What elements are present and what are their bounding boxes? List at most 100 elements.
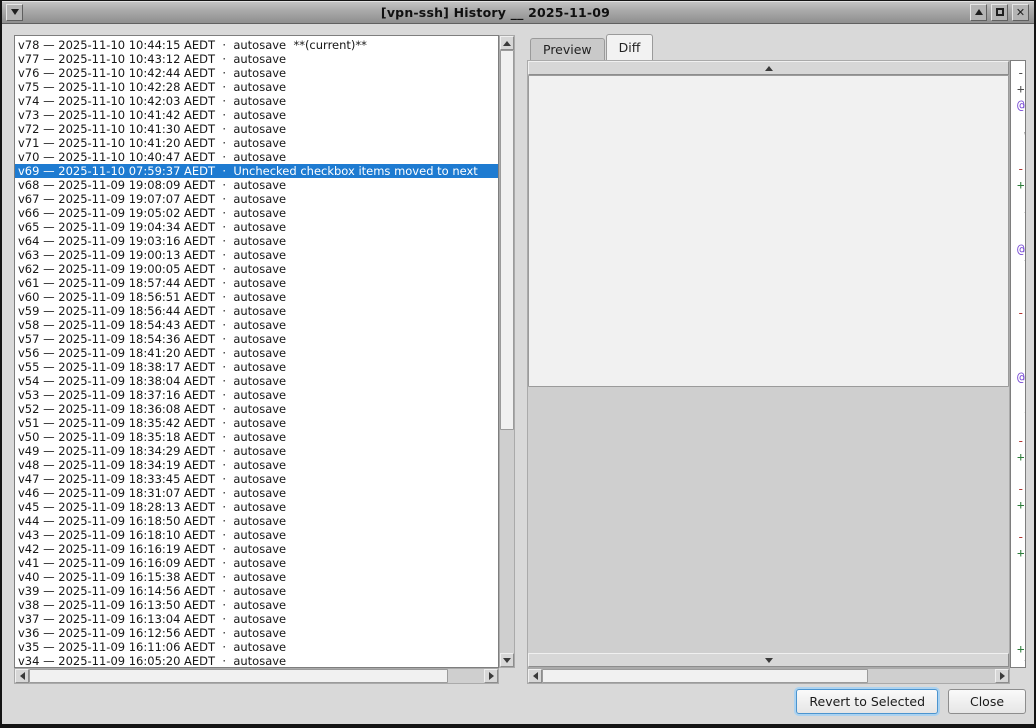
history-row[interactable]: v77 — 2025-11-10 10:43:12 AEDT · autosav… xyxy=(18,52,498,66)
history-row[interactable]: v46 — 2025-11-09 18:31:07 AEDT · autosav… xyxy=(18,486,498,500)
history-row[interactable]: v70 — 2025-11-10 10:40:47 AEDT · autosav… xyxy=(18,150,498,164)
diff-line: Italic xyxy=(1017,353,1025,369)
history-row[interactable]: v38 — 2025-11-09 16:13:50 AEDT · autosav… xyxy=(18,598,498,612)
history-row[interactable]: v60 — 2025-11-09 18:56:51 AEDT · autosav… xyxy=(18,290,498,304)
history-row[interactable]: v43 — 2025-11-09 16:18:10 AEDT · autosav… xyxy=(18,528,498,542)
arrow-up-icon xyxy=(765,66,773,71)
history-row[interactable]: v52 — 2025-11-09 18:36:08 AEDT · autosav… xyxy=(18,402,498,416)
shade-icon xyxy=(975,9,983,15)
diff-line: Numbered lists xyxy=(1017,289,1025,305)
diff-line: This includes headings like the above,: xyxy=(1017,257,1025,273)
diff-line: +++ selected xyxy=(1017,81,1025,97)
close-window-button[interactable]: ✕ xyxy=(1012,4,1029,21)
history-row[interactable]: v66 — 2025-11-09 19:05:02 AEDT · autosav… xyxy=(18,206,498,220)
history-row[interactable]: v49 — 2025-11-09 18:34:29 AEDT · autosav… xyxy=(18,444,498,458)
history-row[interactable]: v68 — 2025-11-09 19:08:09 AEDT · autosav… xyxy=(18,178,498,192)
history-row[interactable]: v57 — 2025-11-09 18:54:36 AEDT · autosav… xyxy=(18,332,498,346)
history-row[interactable]: v71 — 2025-11-10 10:41:20 AEDT · autosav… xyxy=(18,136,498,150)
history-panel: v78 — 2025-11-10 10:44:15 AEDT · autosav… xyxy=(14,35,515,684)
history-row[interactable]: v69 — 2025-11-10 07:59:37 AEDT · Uncheck… xyxy=(15,164,499,178)
arrow-left-icon xyxy=(533,672,538,680)
history-row[interactable]: v63 — 2025-11-09 19:00:13 AEDT · autosav… xyxy=(18,248,498,262)
diff-horizontal-scrollbar[interactable] xyxy=(527,668,1010,684)
diff-line: There is full version control via the 'V… xyxy=(1017,657,1025,668)
history-row[interactable]: v61 — 2025-11-09 18:57:44 AEDT · autosav… xyxy=(18,276,498,290)
history-row[interactable]: v78 — 2025-11-10 10:44:15 AEDT · autosav… xyxy=(18,38,498,52)
history-row[interactable]: v72 — 2025-11-10 10:41:30 AEDT · autosav… xyxy=(18,122,498,136)
history-row[interactable]: v56 — 2025-11-09 18:41:20 AEDT · autosav… xyxy=(18,346,498,360)
history-row[interactable]: v41 — 2025-11-09 16:16:09 AEDT · autosav… xyxy=(18,556,498,570)
history-row[interactable]: v54 — 2025-11-09 18:38:04 AEDT · autosav… xyxy=(18,374,498,388)
scrollbar-thumb[interactable] xyxy=(500,50,514,430)
history-row[interactable]: v34 — 2025-11-09 16:05:20 AEDT · autosav… xyxy=(18,654,498,668)
button-bar: Revert to Selected Close xyxy=(796,689,1026,714)
maximize-button[interactable] xyxy=(991,4,1008,21)
history-row[interactable]: v76 — 2025-11-10 10:42:44 AEDT · autosav… xyxy=(18,66,498,80)
history-row[interactable]: v44 — 2025-11-09 16:18:50 AEDT · autosav… xyxy=(18,514,498,528)
diff-line xyxy=(1017,561,1025,577)
diff-line: `` xyxy=(1017,385,1025,401)
history-row[interactable]: v65 — 2025-11-09 19:04:34 AEDT · autosav… xyxy=(18,220,498,234)
diff-line: @@ -13,7 +13,6 @@ xyxy=(1017,241,1025,257)
history-list[interactable]: v78 — 2025-11-10 10:44:15 AEDT · autosav… xyxy=(14,35,499,668)
scroll-up-button[interactable] xyxy=(500,36,514,50)
history-row[interactable]: v39 — 2025-11-09 16:14:56 AEDT · autosav… xyxy=(18,584,498,598)
close-button[interactable]: Close xyxy=(948,689,1026,714)
revert-to-selected-button[interactable]: Revert to Selected xyxy=(796,689,938,714)
scroll-right-button[interactable] xyxy=(484,669,498,683)
diff-line xyxy=(1017,193,1025,209)
tab-preview[interactable]: Preview xyxy=(530,38,605,60)
scrollbar-track[interactable] xyxy=(528,75,1009,653)
scroll-left-button[interactable] xyxy=(15,669,29,683)
history-row[interactable]: v42 — 2025-11-09 16:16:19 AEDT · autosav… xyxy=(18,542,498,556)
close-icon: ✕ xyxy=(1016,7,1025,18)
scroll-down-button[interactable] xyxy=(500,653,514,667)
tab-diff[interactable]: Diff xyxy=(606,34,654,60)
scrollbar-track[interactable] xyxy=(500,50,514,653)
history-row[interactable]: v67 — 2025-11-09 19:07:07 AEDT · autosav… xyxy=(18,192,498,206)
window-menu-button[interactable] xyxy=(6,4,23,21)
history-vertical-scrollbar[interactable] xyxy=(499,35,515,668)
scroll-down-button[interactable] xyxy=(528,653,1009,667)
scrollbar-corner xyxy=(499,668,515,684)
arrow-right-icon xyxy=(489,672,494,680)
scroll-right-button[interactable] xyxy=(995,669,1009,683)
history-horizontal-scrollbar[interactable] xyxy=(14,668,499,684)
scrollbar-track[interactable] xyxy=(542,669,995,683)
history-row[interactable]: v35 — 2025-11-09 16:11:06 AEDT · autosav… xyxy=(18,640,498,654)
history-row[interactable]: v40 — 2025-11-09 16:15:38 AEDT · autosav… xyxy=(18,570,498,584)
diff-text[interactable]: --- current+++ selected@@ -2,7 +2,7 @@ W… xyxy=(1010,60,1026,668)
history-row[interactable]: v59 — 2025-11-09 18:56:44 AEDT · autosav… xyxy=(18,304,498,318)
history-row[interactable]: v50 — 2025-11-09 18:35:18 AEDT · autosav… xyxy=(18,430,498,444)
scroll-left-button[interactable] xyxy=(528,669,542,683)
diff-line: - Bouquin is a simple notepad editor whe… xyxy=(1017,161,1025,177)
history-row[interactable]: v55 — 2025-11-09 18:38:17 AEDT · autosav… xyxy=(18,360,498,374)
history-row[interactable]: v58 — 2025-11-09 18:54:43 AEDT · autosav… xyxy=(18,318,498,332)
history-row[interactable]: v53 — 2025-11-09 18:37:16 AEDT · autosav… xyxy=(18,388,498,402)
diff-line xyxy=(1017,113,1025,129)
history-row[interactable]: v47 — 2025-11-09 18:33:45 AEDT · autosav… xyxy=(18,472,498,486)
history-row[interactable]: v75 — 2025-11-10 10:42:28 AEDT · autosav… xyxy=(18,80,498,94)
history-row[interactable]: v48 — 2025-11-09 18:34:19 AEDT · autosav… xyxy=(18,458,498,472)
diff-line: @@ -22,18 +21,33 @@ xyxy=(1017,369,1025,385)
scroll-up-button[interactable] xyxy=(528,61,1009,75)
scrollbar-thumb[interactable] xyxy=(29,669,448,683)
history-row[interactable]: v62 — 2025-11-09 19:00:05 AEDT · autosav… xyxy=(18,262,498,276)
diff-line: And basic code blocks xyxy=(1017,401,1025,417)
history-window: [vpn-ssh] History __ 2025-11-09 ✕ v78 — … xyxy=(0,0,1036,728)
history-row[interactable]: v36 — 2025-11-09 16:12:56 AEDT · autosav… xyxy=(18,626,498,640)
scrollbar-track[interactable] xyxy=(29,669,484,683)
history-row[interactable]: v74 — 2025-11-10 10:42:03 AEDT · autosav… xyxy=(18,94,498,108)
diff-line xyxy=(1017,593,1025,609)
diff-vertical-scrollbar[interactable] xyxy=(527,60,1010,668)
arrow-down-icon xyxy=(765,658,773,663)
scrollbar-thumb[interactable] xyxy=(542,669,868,683)
history-row[interactable]: v37 — 2025-11-09 16:13:04 AEDT · autosav… xyxy=(18,612,498,626)
history-row[interactable]: v45 — 2025-11-09 18:28:13 AEDT · autosav… xyxy=(18,500,498,514)
shade-button[interactable] xyxy=(970,4,987,21)
scrollbar-thumb[interactable] xyxy=(528,75,1009,387)
history-row[interactable]: v51 — 2025-11-09 18:35:42 AEDT · autosav… xyxy=(18,416,498,430)
titlebar: [vpn-ssh] History __ 2025-11-09 ✕ xyxy=(2,1,1034,24)
history-row[interactable]: v64 — 2025-11-09 19:03:16 AEDT · autosav… xyxy=(18,234,498,248)
history-row[interactable]: v73 — 2025-11-10 10:41:42 AEDT · autosav… xyxy=(18,108,498,122)
